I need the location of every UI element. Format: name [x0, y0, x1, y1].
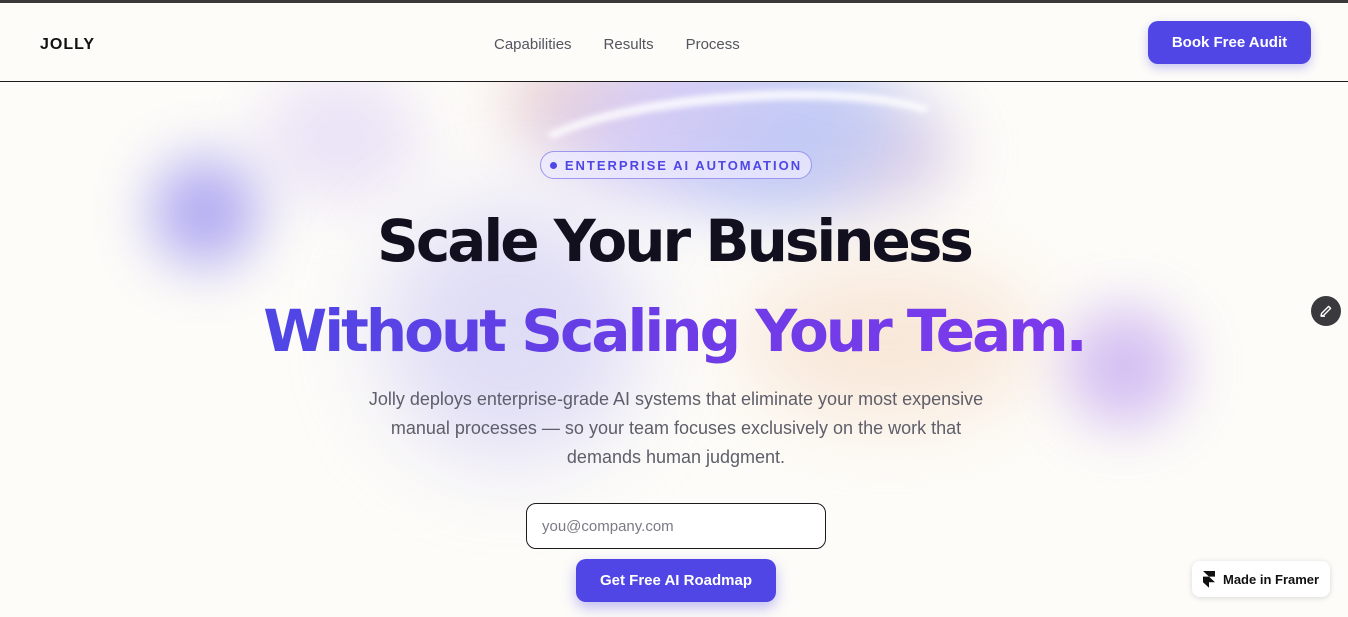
navbar: JOLLY Capabilities Results Process Book … [0, 3, 1348, 82]
headline-line-2: Without Scaling Your Team. [0, 297, 1348, 365]
hero-subheadline: Jolly deploys enterprise-grade AI system… [368, 389, 984, 467]
headline-line-2-text: Without Scaling Your Team. [263, 297, 1087, 365]
framer-badge-label: Made in Framer [1223, 571, 1320, 587]
nav-link-results[interactable]: Results [604, 36, 654, 53]
gradient-blob [260, 82, 420, 202]
hero-badge: ENTERPRISE AI AUTOMATION [540, 151, 812, 179]
headline-line-1: Scale Your Business [377, 207, 974, 275]
nav-link-capabilities[interactable]: Capabilities [494, 36, 572, 53]
badge-dot-icon [549, 161, 557, 169]
pencil-icon [1320, 305, 1332, 317]
get-free-ai-roadmap-button[interactable]: Get Free AI Roadmap [576, 559, 776, 602]
made-in-framer-badge[interactable]: Made in Framer [1192, 561, 1330, 597]
book-free-audit-button[interactable]: Book Free Audit [1148, 21, 1311, 64]
logo[interactable]: JOLLY [40, 36, 95, 54]
email-input[interactable] [526, 503, 826, 549]
edit-button[interactable] [1311, 296, 1341, 326]
framer-logo-icon [1203, 570, 1215, 588]
nav-link-process[interactable]: Process [686, 36, 740, 53]
badge-label: ENTERPRISE AI AUTOMATION [564, 157, 803, 173]
nav-links: Capabilities Results Process [494, 36, 740, 53]
